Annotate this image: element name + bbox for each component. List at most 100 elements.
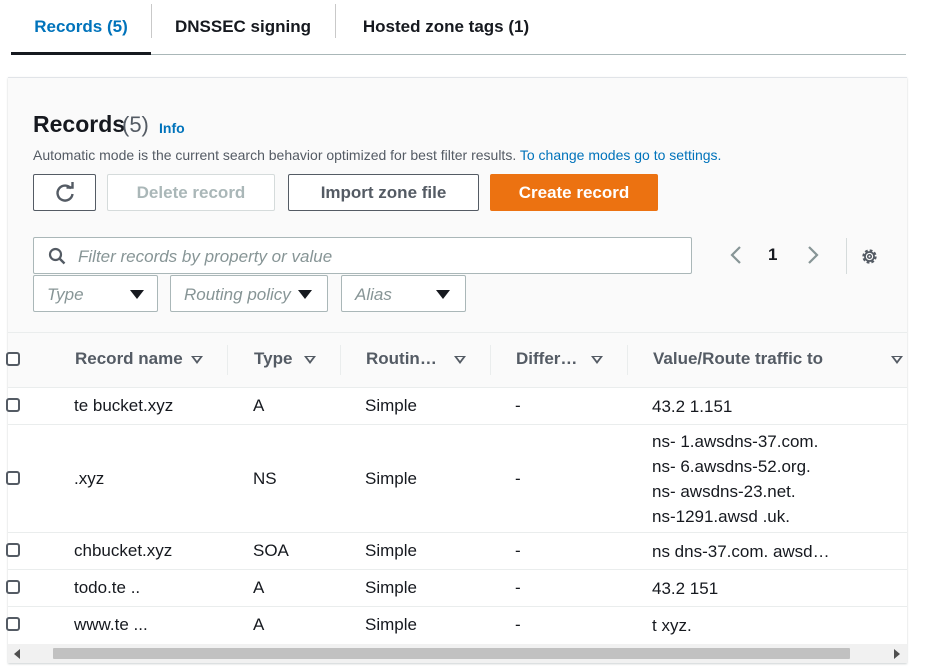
alias-filter-select[interactable]: Alias bbox=[341, 275, 466, 312]
value-cell: t xyz. bbox=[652, 613, 692, 638]
record-type-cell: A bbox=[253, 615, 265, 634]
table-row[interactable]: www.te ... A Simple - t xyz. bbox=[6, 607, 907, 643]
value-cell: ns- 1.awsdns-37.com. ns- 6.awsdns-52.org… bbox=[652, 429, 818, 529]
row-checkbox[interactable] bbox=[6, 617, 20, 631]
record-type-cell: SOA bbox=[253, 541, 289, 560]
row-checkbox[interactable] bbox=[6, 398, 20, 412]
caret-down-icon bbox=[436, 290, 450, 299]
tab-dnssec-label: DNSSEC signing bbox=[174, 17, 311, 36]
routing-policy-cell: Simple bbox=[365, 578, 417, 597]
gear-icon[interactable] bbox=[859, 246, 880, 267]
value-line: t xyz. bbox=[652, 616, 692, 635]
column-divider[interactable] bbox=[490, 345, 491, 375]
record-name-cell[interactable]: www.te ... bbox=[74, 615, 148, 635]
routing-policy-cell: Simple bbox=[365, 469, 417, 488]
record-name-cell[interactable]: .xyz bbox=[74, 469, 104, 489]
value-line: ns dns-37.com. awsd… bbox=[652, 542, 830, 561]
value-line: 43.2 151 bbox=[652, 579, 719, 598]
differentiator-cell: - bbox=[515, 578, 521, 597]
horizontal-scrollbar[interactable] bbox=[8, 644, 907, 663]
routing-filter-placeholder: Routing policy bbox=[184, 285, 291, 304]
select-all-checkbox[interactable] bbox=[6, 352, 20, 366]
table-row[interactable]: te bucket.xyz A Simple - 43.2 1.151 bbox=[6, 388, 907, 425]
record-type-cell: A bbox=[253, 396, 265, 415]
differentiator-cell: - bbox=[515, 615, 521, 634]
tab-dnssec-signing[interactable]: DNSSEC signing bbox=[152, 0, 334, 54]
value-line: ns- 1.awsdns-37.com. bbox=[652, 432, 819, 451]
column-divider[interactable] bbox=[227, 345, 228, 375]
record-type-cell: NS bbox=[253, 469, 277, 488]
alias-filter-placeholder: Alias bbox=[355, 285, 392, 304]
search-icon bbox=[48, 247, 66, 265]
search-mode-description: Automatic mode is the current search beh… bbox=[33, 147, 721, 163]
type-filter-select[interactable]: Type bbox=[33, 275, 158, 312]
value-cell: ns dns-37.com. awsd… bbox=[652, 539, 830, 564]
value-line: ns-1291.awsd .uk. bbox=[652, 507, 790, 526]
table-row[interactable]: .xyz NS Simple - ns- 1.awsdns-37.com. ns… bbox=[6, 425, 907, 533]
record-name-cell[interactable]: chbucket.xyz bbox=[74, 541, 172, 561]
differentiator-cell: - bbox=[515, 541, 521, 560]
sort-icon[interactable] bbox=[591, 356, 603, 364]
refresh-button[interactable] bbox=[33, 174, 96, 211]
column-record-name[interactable]: Record name bbox=[75, 349, 183, 369]
table-header: Record name Type Routin… Differ… Value/R… bbox=[6, 333, 907, 388]
column-value[interactable]: Value/Route traffic to bbox=[653, 349, 823, 369]
record-count: (5) bbox=[122, 112, 149, 137]
sort-icon[interactable] bbox=[891, 356, 903, 364]
import-zone-file-button[interactable]: Import zone file bbox=[288, 174, 479, 211]
filter-placeholder: Filter records by property or value bbox=[78, 247, 333, 266]
column-differentiator[interactable]: Differ… bbox=[516, 349, 577, 369]
description-text: Automatic mode is the current search beh… bbox=[33, 147, 517, 163]
tab-records-label: Records (5) bbox=[34, 17, 128, 36]
tab-records[interactable]: Records (5) bbox=[11, 0, 151, 55]
differentiator-cell: - bbox=[515, 469, 521, 488]
refresh-icon bbox=[55, 181, 74, 202]
row-checkbox[interactable] bbox=[6, 580, 20, 594]
type-filter-placeholder: Type bbox=[47, 285, 84, 304]
differentiator-cell: - bbox=[515, 396, 521, 415]
record-name-cell[interactable]: te bucket.xyz bbox=[74, 396, 173, 416]
value-line: 43.2 1.151 bbox=[652, 397, 733, 416]
caret-down-icon bbox=[130, 290, 144, 299]
routing-policy-cell: Simple bbox=[365, 541, 417, 560]
row-checkbox[interactable] bbox=[6, 471, 20, 485]
value-line: ns- awsdns-23.net. bbox=[652, 482, 796, 501]
table-row[interactable]: todo.te .. A Simple - 43.2 151 bbox=[6, 570, 907, 607]
column-type[interactable]: Type bbox=[254, 349, 292, 369]
record-type-cell: A bbox=[253, 578, 265, 597]
tab-tags-label: Hosted zone tags (1) bbox=[362, 17, 530, 36]
create-record-button[interactable]: Create record bbox=[490, 174, 658, 211]
table-row[interactable]: chbucket.xyz SOA Simple - ns dns-37.com.… bbox=[6, 533, 907, 570]
delete-record-button[interactable]: Delete record bbox=[107, 174, 275, 211]
filter-records-input[interactable]: Filter records by property or value bbox=[33, 237, 692, 274]
routing-policy-cell: Simple bbox=[365, 615, 417, 634]
sort-icon[interactable] bbox=[304, 356, 316, 364]
value-cell: 43.2 151 bbox=[652, 576, 718, 601]
scrollbar-thumb[interactable] bbox=[53, 648, 850, 659]
info-link[interactable]: Info bbox=[159, 120, 185, 136]
scroll-right-arrow-icon[interactable] bbox=[894, 649, 900, 659]
row-checkbox[interactable] bbox=[6, 543, 20, 557]
tab-bar: Records (5) DNSSEC signing Hosted zone t… bbox=[11, 0, 906, 55]
sort-icon[interactable] bbox=[454, 356, 466, 364]
scroll-left-arrow-icon[interactable] bbox=[14, 649, 20, 659]
routing-policy-cell: Simple bbox=[365, 396, 417, 415]
value-line: ns- 6.awsdns-52.org. bbox=[652, 457, 811, 476]
record-name-cell[interactable]: todo.te .. bbox=[74, 578, 140, 598]
sort-icon[interactable] bbox=[191, 356, 203, 364]
current-page-number[interactable]: 1 bbox=[768, 245, 777, 265]
settings-link[interactable]: To change modes go to settings. bbox=[520, 147, 722, 163]
tab-hosted-zone-tags[interactable]: Hosted zone tags (1) bbox=[336, 0, 556, 54]
records-table: Record name Type Routin… Differ… Value/R… bbox=[6, 332, 907, 644]
routing-policy-filter-select[interactable]: Routing policy bbox=[170, 275, 328, 312]
column-divider[interactable] bbox=[340, 345, 341, 375]
value-cell: 43.2 1.151 bbox=[652, 394, 732, 419]
panel-title: Records bbox=[33, 111, 126, 137]
pagination-divider bbox=[846, 238, 847, 274]
caret-down-icon bbox=[298, 290, 312, 299]
records-panel: Records (5) Info Automatic mode is the c… bbox=[6, 77, 907, 663]
column-routing-policy[interactable]: Routin… bbox=[366, 349, 437, 369]
column-divider[interactable] bbox=[627, 345, 628, 375]
previous-page-icon[interactable] bbox=[728, 245, 746, 265]
next-page-icon[interactable] bbox=[803, 245, 821, 265]
